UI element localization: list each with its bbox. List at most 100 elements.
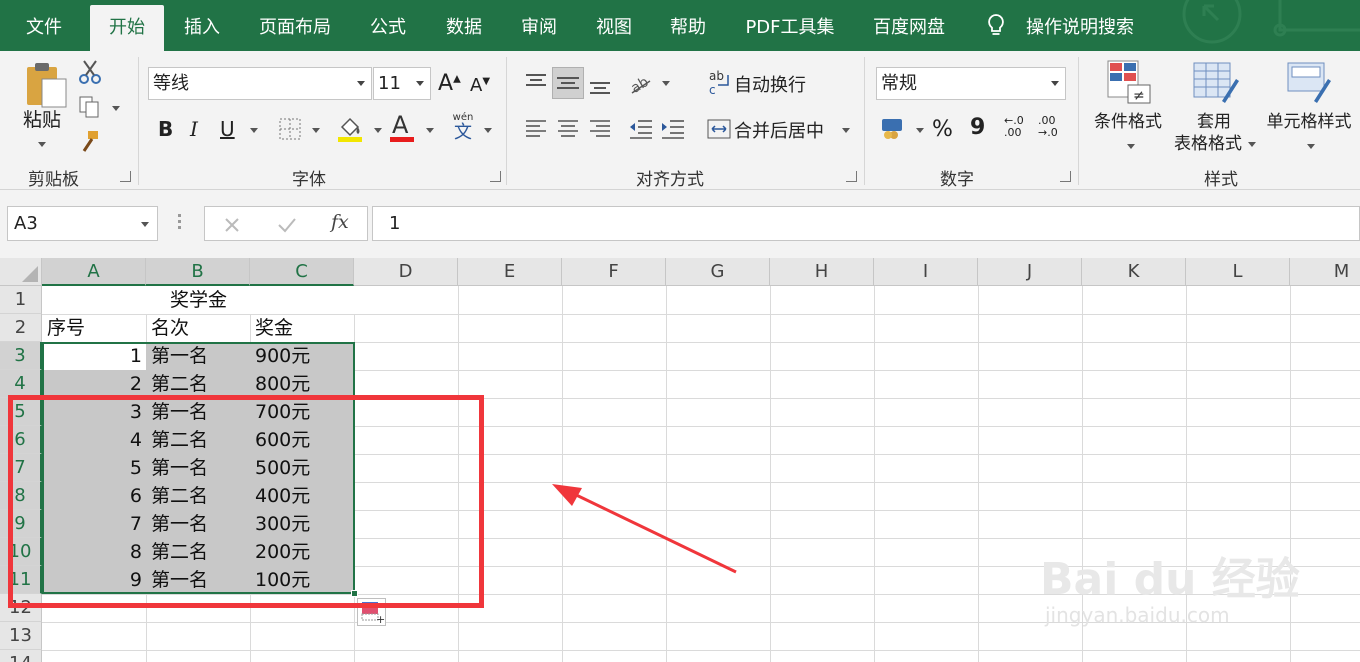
font-name-select[interactable]: 等线 bbox=[148, 67, 372, 100]
tab-pdf-tools[interactable]: PDF工具集 bbox=[738, 0, 842, 51]
orientation-dropdown[interactable] bbox=[662, 81, 670, 86]
row-header-4[interactable]: 4 bbox=[0, 370, 42, 398]
accounting-dropdown[interactable] bbox=[916, 128, 924, 133]
column-header-h[interactable]: H bbox=[770, 258, 874, 286]
tab-file[interactable]: 文件 bbox=[12, 0, 76, 51]
bold-button[interactable]: B bbox=[158, 117, 173, 141]
formula-bar-grip[interactable] bbox=[178, 214, 182, 232]
cell-styles-dropdown[interactable] bbox=[1296, 135, 1326, 157]
cell-c3[interactable]: 900元 bbox=[250, 342, 354, 370]
cell-a4[interactable]: 2 bbox=[42, 370, 146, 398]
underline-dropdown[interactable] bbox=[250, 128, 258, 133]
align-right-icon[interactable] bbox=[588, 117, 612, 141]
format-as-table-icon[interactable] bbox=[1192, 61, 1240, 105]
cell-b3[interactable]: 第一名 bbox=[146, 342, 250, 370]
phonetic-dropdown[interactable] bbox=[484, 128, 492, 133]
row-header-14[interactable]: 14 bbox=[0, 650, 42, 662]
alignment-launcher-icon[interactable] bbox=[846, 171, 857, 182]
font-launcher-icon[interactable] bbox=[490, 171, 501, 182]
paste-dropdown[interactable] bbox=[27, 133, 57, 155]
phonetic-guide-button[interactable]: wén 文 bbox=[450, 113, 476, 143]
wrap-text-icon[interactable]: abc bbox=[708, 69, 732, 97]
paste-icon[interactable] bbox=[24, 61, 68, 109]
align-center-icon[interactable] bbox=[556, 117, 580, 141]
increase-decimal-button[interactable]: ←.0 .00 bbox=[1004, 115, 1024, 139]
format-painter-icon[interactable] bbox=[78, 129, 102, 153]
underline-button[interactable]: U bbox=[220, 117, 235, 141]
conditional-formatting-button[interactable]: 条件格式 bbox=[1088, 111, 1168, 133]
tab-home[interactable]: 开始 bbox=[90, 5, 164, 51]
align-bottom-icon[interactable] bbox=[588, 73, 612, 97]
formula-input[interactable]: 1 bbox=[372, 206, 1360, 241]
row-header-2[interactable]: 2 bbox=[0, 314, 42, 342]
tab-review[interactable]: 审阅 bbox=[513, 0, 565, 51]
column-header-m[interactable]: M bbox=[1290, 258, 1360, 286]
cell-a1-merged-title[interactable]: 奖学金 bbox=[42, 286, 355, 314]
column-header-e[interactable]: E bbox=[458, 258, 562, 286]
comma-style-button[interactable]: 9 bbox=[970, 115, 985, 140]
fill-color-icon[interactable] bbox=[336, 113, 364, 143]
tab-insert[interactable]: 插入 bbox=[176, 0, 228, 51]
decrease-decimal-button[interactable]: .00 →.0 bbox=[1038, 115, 1058, 139]
column-header-i[interactable]: I bbox=[874, 258, 978, 286]
cell-a2[interactable]: 序号 bbox=[42, 314, 146, 342]
tab-page-layout[interactable]: 页面布局 bbox=[252, 0, 338, 51]
insert-function-icon[interactable]: fx bbox=[331, 211, 349, 233]
tab-view[interactable]: 视图 bbox=[588, 0, 640, 51]
tab-help[interactable]: 帮助 bbox=[662, 0, 714, 51]
format-as-table-button[interactable]: 表格格式 bbox=[1170, 133, 1260, 155]
format-as-table-line1[interactable]: 套用 bbox=[1178, 111, 1250, 133]
align-top-icon[interactable] bbox=[524, 71, 548, 95]
align-middle-button[interactable] bbox=[552, 67, 584, 99]
cell-b4[interactable]: 第二名 bbox=[146, 370, 250, 398]
fill-color-dropdown[interactable] bbox=[374, 128, 382, 133]
select-all-button[interactable] bbox=[0, 258, 42, 286]
number-launcher-icon[interactable] bbox=[1060, 171, 1071, 182]
font-size-select[interactable]: 11 bbox=[373, 67, 431, 100]
accounting-format-icon[interactable] bbox=[880, 115, 906, 141]
merge-dropdown[interactable] bbox=[842, 128, 850, 133]
conditional-dropdown[interactable] bbox=[1116, 135, 1146, 157]
cell-styles-icon[interactable] bbox=[1286, 61, 1334, 105]
wrap-text-button[interactable]: 自动换行 bbox=[734, 71, 806, 97]
conditional-formatting-icon[interactable]: ≠ bbox=[1106, 59, 1152, 105]
merge-center-button[interactable]: 合并后居中 bbox=[734, 117, 824, 143]
orientation-icon[interactable]: ab bbox=[628, 71, 654, 95]
column-header-g[interactable]: G bbox=[666, 258, 770, 286]
tab-formulas[interactable]: 公式 bbox=[362, 0, 414, 51]
font-color-button[interactable]: A bbox=[390, 111, 416, 143]
cell-styles-button[interactable]: 单元格样式 bbox=[1262, 111, 1356, 133]
cut-icon[interactable] bbox=[78, 59, 102, 85]
font-color-dropdown[interactable] bbox=[426, 128, 434, 133]
row-header-3[interactable]: 3 bbox=[0, 342, 42, 370]
increase-font-size-button[interactable]: A▲ bbox=[438, 71, 461, 96]
number-format-select[interactable]: 常规 bbox=[876, 67, 1066, 100]
borders-dropdown[interactable] bbox=[312, 128, 320, 133]
enter-icon[interactable] bbox=[277, 216, 297, 234]
column-header-d[interactable]: D bbox=[354, 258, 458, 286]
column-header-b[interactable]: B bbox=[146, 258, 250, 286]
borders-icon[interactable] bbox=[278, 117, 302, 141]
clipboard-launcher-icon[interactable] bbox=[120, 171, 131, 182]
column-header-f[interactable]: F bbox=[562, 258, 666, 286]
column-header-k[interactable]: K bbox=[1082, 258, 1186, 286]
paste-button[interactable]: 粘贴 bbox=[14, 109, 70, 131]
increase-indent-icon[interactable] bbox=[660, 117, 686, 141]
name-box[interactable]: A3 bbox=[7, 206, 158, 241]
cell-b2[interactable]: 名次 bbox=[146, 314, 250, 342]
copy-dropdown[interactable] bbox=[112, 106, 120, 111]
merge-center-icon[interactable] bbox=[706, 117, 732, 141]
tab-data[interactable]: 数据 bbox=[438, 0, 490, 51]
column-header-a[interactable]: A bbox=[42, 258, 146, 286]
tab-baidu-netdisk[interactable]: 百度网盘 bbox=[866, 0, 952, 51]
row-header-13[interactable]: 13 bbox=[0, 622, 42, 650]
percent-style-button[interactable]: % bbox=[932, 117, 953, 142]
cell-c4[interactable]: 800元 bbox=[250, 370, 354, 398]
decrease-font-size-button[interactable]: A▼ bbox=[470, 75, 490, 96]
column-header-l[interactable]: L bbox=[1186, 258, 1290, 286]
row-header-1[interactable]: 1 bbox=[0, 286, 42, 314]
cell-c2[interactable]: 奖金 bbox=[250, 314, 354, 342]
column-header-j[interactable]: J bbox=[978, 258, 1082, 286]
italic-button[interactable]: I bbox=[190, 117, 198, 141]
cancel-icon[interactable] bbox=[223, 216, 241, 234]
